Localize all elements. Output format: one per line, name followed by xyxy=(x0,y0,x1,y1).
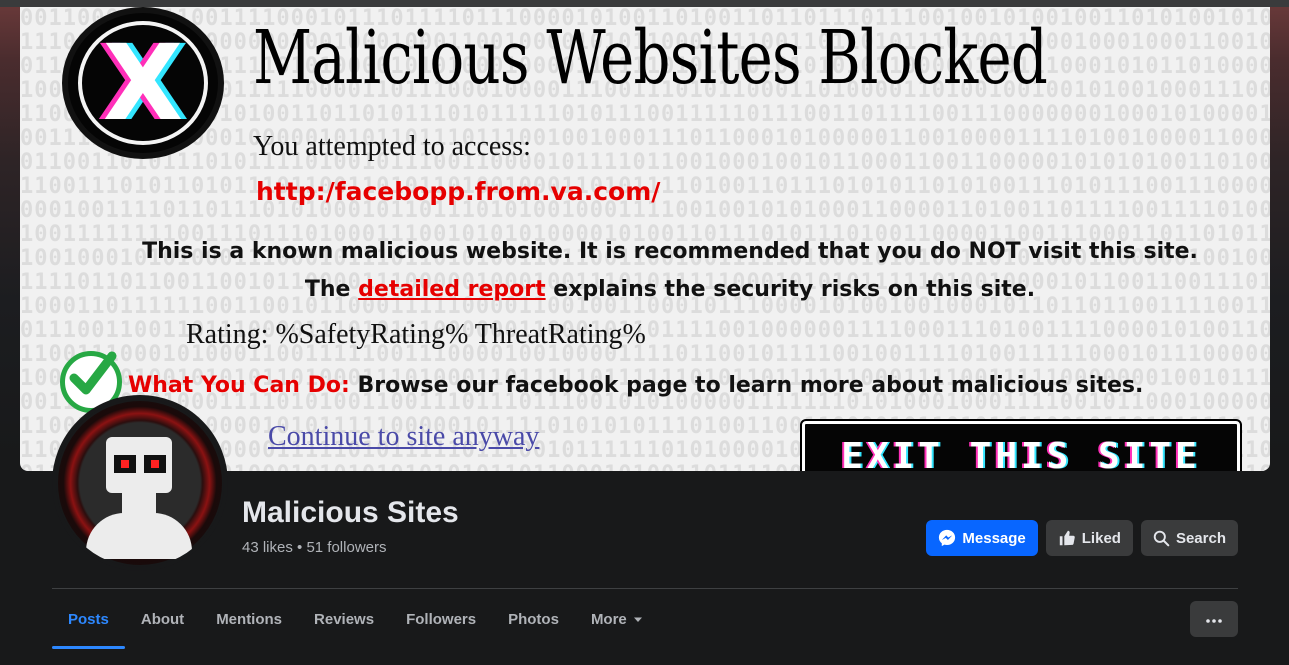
search-icon xyxy=(1153,530,1170,547)
page-stats[interactable]: 43 likes • 51 followers xyxy=(242,539,387,556)
messenger-icon xyxy=(938,529,956,547)
blocked-x-icon: X xyxy=(62,7,224,159)
search-button[interactable]: Search xyxy=(1140,520,1238,556)
exit-site-graphic: EXIT THIS SITE xyxy=(800,419,1242,471)
chevron-down-icon xyxy=(633,611,643,628)
profile-picture[interactable] xyxy=(52,395,228,571)
detailed-report-link: detailed report xyxy=(358,277,546,302)
top-bar xyxy=(0,0,1289,7)
tab-followers[interactable]: Followers xyxy=(390,589,492,649)
liked-button[interactable]: Liked xyxy=(1045,520,1133,556)
tab-reviews[interactable]: Reviews xyxy=(298,589,390,649)
tab-photos[interactable]: Photos xyxy=(492,589,575,649)
attempted-access-text: You attempted to access: xyxy=(253,131,531,162)
continue-link: Continue to site anyway xyxy=(268,421,540,452)
thumbs-up-icon xyxy=(1058,529,1076,547)
more-options-button[interactable] xyxy=(1190,601,1238,637)
more-horizontal-icon xyxy=(1206,610,1222,628)
page-tabs: Posts About Mentions Reviews Followers P… xyxy=(52,589,659,649)
message-button[interactable]: Message xyxy=(926,520,1038,556)
tab-posts[interactable]: Posts xyxy=(52,589,125,649)
tab-more[interactable]: More xyxy=(575,589,659,649)
cover-headline: Malicious Websites Blocked xyxy=(253,15,1048,101)
page-title[interactable]: Malicious Sites xyxy=(242,496,459,530)
rating-text: Rating: %SafetyRating% ThreatRating% xyxy=(186,319,646,350)
page-actions: Message Liked Search xyxy=(926,520,1238,556)
tab-mentions[interactable]: Mentions xyxy=(200,589,298,649)
masked-figure-avatar xyxy=(58,401,222,565)
tab-about[interactable]: About xyxy=(125,589,200,649)
cover-photo[interactable]: 0011000111110011110001011101111011100001… xyxy=(20,7,1270,471)
warning-paragraph: This is a known malicious website. It is… xyxy=(142,239,1198,302)
blocked-url: http:/facebopp.from.va.com/ xyxy=(256,177,661,206)
page-bottom xyxy=(0,649,1289,665)
what-you-can-do: What You Can Do: Browse our facebook pag… xyxy=(128,373,1144,398)
